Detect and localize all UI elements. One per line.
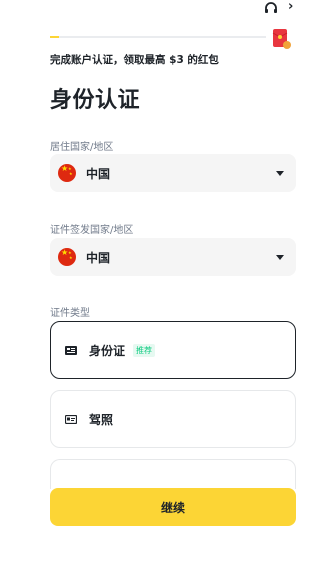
progress-bar [50,36,266,38]
doc-option-id-card[interactable]: 身份证 推荐 [50,321,296,379]
close-icon[interactable]: › [288,0,298,14]
issuing-select[interactable]: ★ ★ ★ 中国 [50,238,296,276]
page-title: 身份认证 [50,88,141,113]
doc-option-label: 身份证 [89,343,126,358]
residence-label: 居住国家/地区 [50,142,114,153]
promo-text: 完成账户认证，领取最高 $3 的红包 [50,54,219,66]
red-envelope-icon[interactable] [272,28,292,50]
id-card-icon [65,345,77,355]
doc-type-label: 证件类型 [50,308,90,319]
top-bar: › [0,0,298,30]
residence-select[interactable]: ★ ★ ★ 中国 [50,154,296,192]
doc-option-driver-license[interactable]: 驾照 [50,390,296,448]
caret-down-icon [276,255,284,260]
recommended-badge: 推荐 [133,343,156,357]
residence-value: 中国 [86,166,111,181]
issuing-value: 中国 [86,250,111,265]
progress-fill [50,36,59,38]
doc-option-passport[interactable] [50,459,296,489]
doc-option-label: 驾照 [89,412,114,427]
issuing-label: 证件签发国家/地区 [50,225,134,236]
caret-down-icon [276,171,284,176]
driver-license-icon [65,414,77,424]
continue-button[interactable]: 继续 [50,488,296,526]
headset-icon[interactable] [264,2,278,14]
china-flag-icon: ★ ★ ★ [58,164,76,182]
china-flag-icon: ★ ★ ★ [58,248,76,266]
